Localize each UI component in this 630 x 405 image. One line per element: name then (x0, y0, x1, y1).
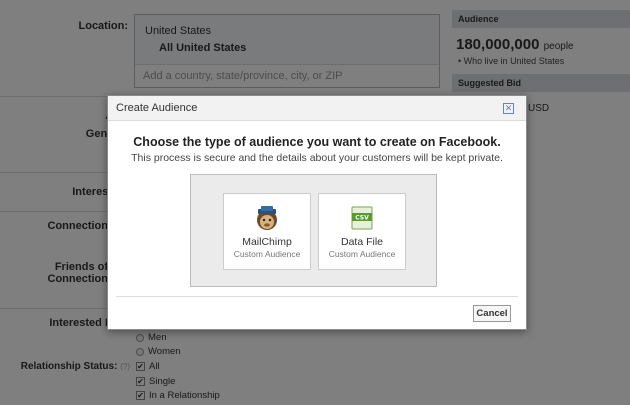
dialog-subheading: This process is secure and the details a… (131, 152, 503, 164)
data-file-sub: Custom Audience (328, 249, 396, 259)
dialog-footer-divider (116, 296, 518, 297)
mailchimp-name: MailChimp (242, 236, 292, 248)
cancel-button[interactable]: Cancel (473, 305, 511, 322)
create-audience-dialog: Create Audience ✕ Choose the type of aud… (107, 95, 527, 330)
close-icon[interactable]: ✕ (503, 103, 514, 114)
mailchimp-sub: Custom Audience (233, 249, 301, 259)
dialog-title: Create Audience (116, 102, 198, 114)
audience-type-options: MailChimp Custom Audience CSV Data File … (190, 174, 437, 287)
csv-label: CSV (355, 215, 369, 222)
dialog-title-bar: Create Audience ✕ (108, 96, 526, 121)
mailchimp-option[interactable]: MailChimp Custom Audience (223, 193, 311, 270)
data-file-name: Data File (340, 236, 383, 248)
mailchimp-icon (252, 204, 282, 232)
csv-file-icon: CSV (347, 204, 377, 232)
data-file-option[interactable]: CSV Data File Custom Audience (318, 193, 406, 270)
dialog-heading: Choose the type of audience you want to … (133, 135, 501, 149)
